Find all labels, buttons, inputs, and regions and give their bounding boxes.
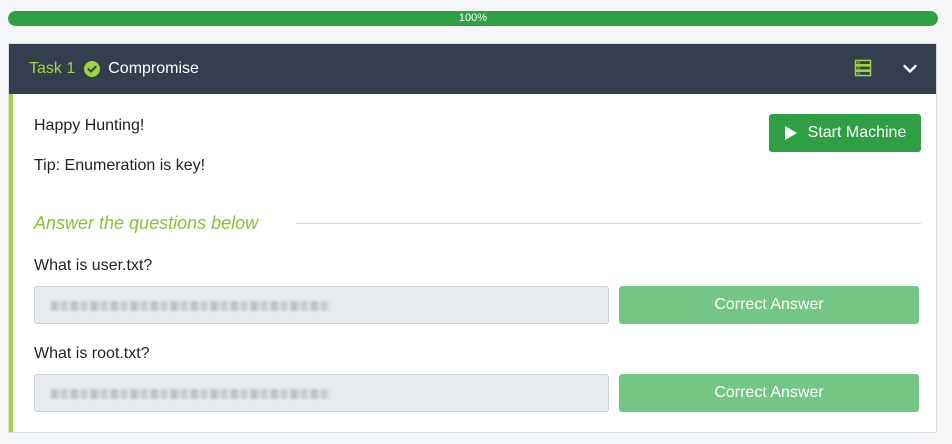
task-number: Task 1: [29, 60, 76, 77]
start-machine-label: Start Machine: [807, 124, 907, 141]
task-paragraph: Tip: Enumeration is key!: [34, 157, 206, 174]
redacted-answer: [51, 301, 331, 311]
progress-bar: 100%: [8, 11, 938, 26]
task-title: Compromise: [108, 60, 199, 77]
divider: [296, 223, 921, 224]
task-card: Task 1 Compromise Happy Hunting! Tip: En…: [8, 43, 937, 433]
correct-answer-button-user[interactable]: Correct Answer: [619, 286, 919, 324]
server-icon[interactable]: [854, 59, 872, 77]
task-paragraph: Happy Hunting!: [34, 117, 145, 134]
task-header[interactable]: Task 1 Compromise: [9, 44, 936, 94]
answer-input-user[interactable]: [34, 286, 609, 324]
chevron-down-icon[interactable]: [902, 61, 918, 77]
answer-heading: Answer the questions below: [34, 213, 259, 233]
start-machine-button[interactable]: Start Machine: [769, 114, 921, 152]
progress-label: 100%: [458, 12, 488, 24]
redacted-answer: [51, 389, 331, 399]
progress-fill: 100%: [8, 11, 938, 26]
check-circle-icon: [84, 61, 101, 77]
question-label-root: What is root.txt?: [34, 345, 150, 362]
answer-input-root[interactable]: [34, 374, 609, 412]
play-icon: [784, 125, 798, 141]
task-body: Happy Hunting! Tip: Enumeration is key! …: [9, 94, 936, 432]
correct-answer-button-root[interactable]: Correct Answer: [619, 374, 919, 412]
question-label-user: What is user.txt?: [34, 257, 153, 274]
